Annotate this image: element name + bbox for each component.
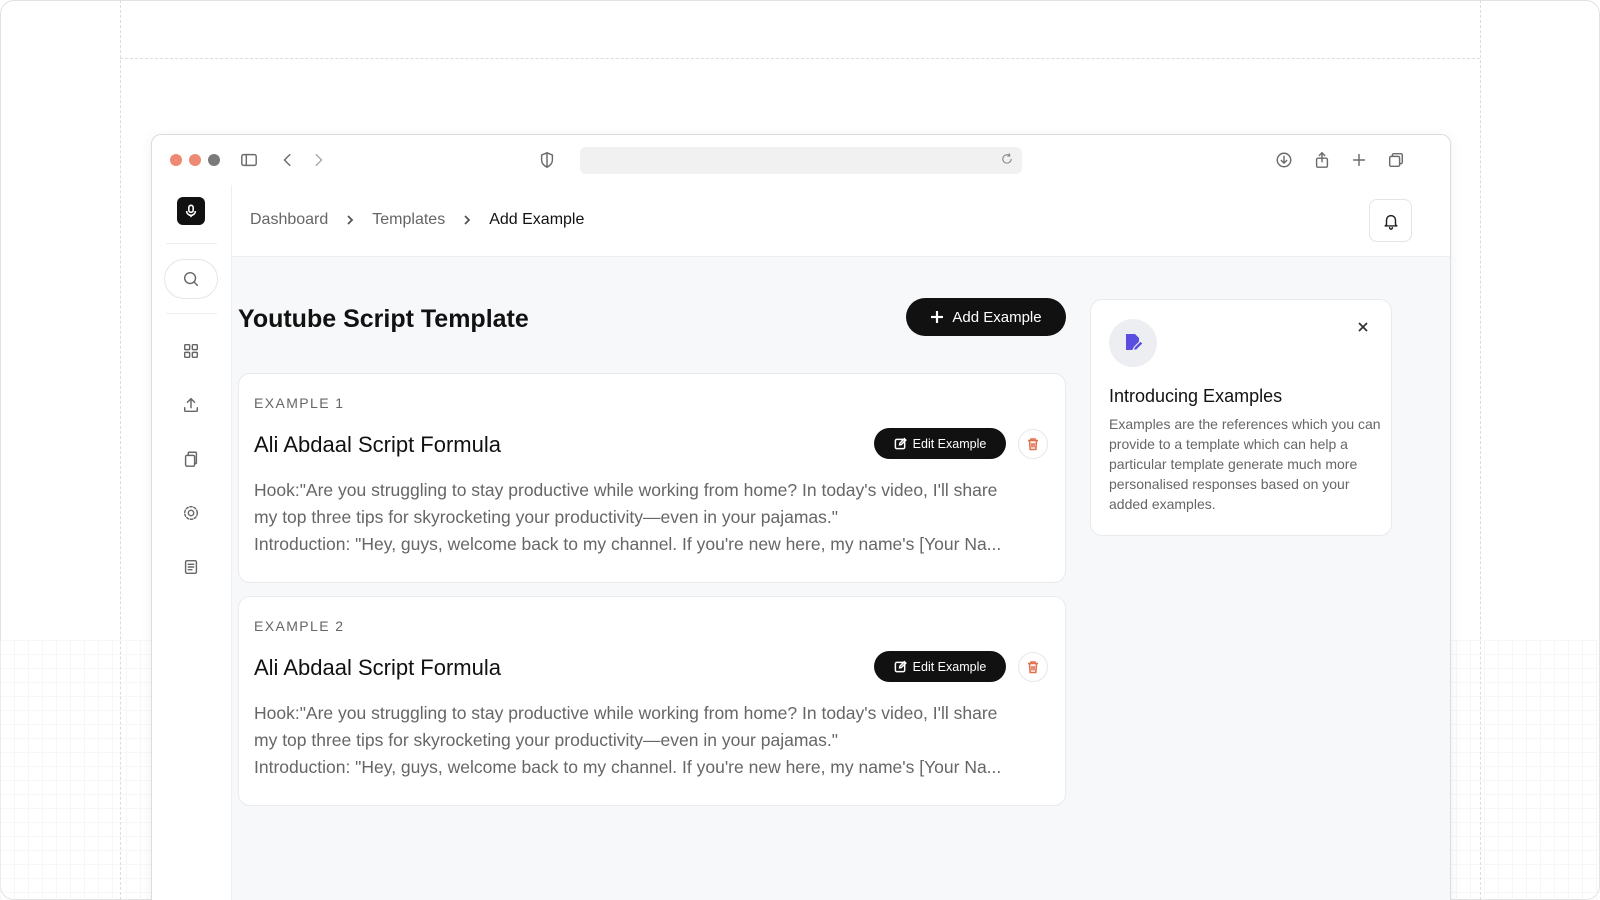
close-info-button[interactable] — [1355, 319, 1371, 335]
sidebar-item-dashboard[interactable] — [180, 340, 202, 362]
chevron-right-icon — [461, 214, 473, 226]
microphone-icon — [185, 204, 197, 218]
guide-line-right — [1480, 0, 1481, 900]
breadcrumb-dashboard[interactable]: Dashboard — [250, 211, 328, 229]
example-title: Ali Abdaal Script Formula — [254, 432, 501, 457]
example-line: Introduction: "Hey, guys, welcome back t… — [254, 757, 1002, 777]
browser-window: Dashboard Templates Add Example Youtube … — [151, 134, 1451, 900]
example-eyebrow: EXAMPLE 2 — [254, 618, 345, 634]
breadcrumb-templates[interactable]: Templates — [372, 211, 445, 229]
trash-icon — [1028, 438, 1038, 451]
edit-document-icon — [1126, 334, 1144, 352]
window-maximize-dot[interactable] — [208, 154, 220, 166]
reload-icon[interactable] — [1000, 152, 1016, 168]
trash-icon — [1028, 661, 1038, 674]
sidebar-divider — [166, 313, 217, 314]
example-line: my top three tips for skyrocketing your … — [254, 730, 838, 750]
edit-example-button[interactable]: Edit Example — [874, 428, 1006, 459]
close-icon — [1358, 322, 1368, 332]
main-content: Youtube Script Template Add Example EXAM… — [232, 257, 1450, 900]
add-example-button[interactable]: Add Example — [906, 298, 1066, 336]
forward-icon[interactable] — [307, 149, 329, 171]
top-bar: Dashboard Templates Add Example — [232, 185, 1450, 257]
app-sidebar — [152, 185, 232, 900]
example-eyebrow: EXAMPLE 1 — [254, 395, 345, 411]
introducing-examples-card: Introducing Examples Examples are the re… — [1090, 299, 1392, 536]
address-bar[interactable] — [580, 147, 1022, 174]
example-content: Hook:"Are you struggling to stay product… — [254, 700, 1054, 781]
download-icon[interactable] — [1273, 149, 1295, 171]
breadcrumb-current: Add Example — [489, 211, 585, 228]
app-logo[interactable] — [177, 197, 205, 225]
edit-icon — [894, 437, 907, 450]
new-tab-icon[interactable] — [1348, 149, 1370, 171]
page-title: Youtube Script Template — [238, 305, 529, 333]
grid-icon — [183, 343, 199, 359]
example-line: Hook:"Are you struggling to stay product… — [254, 703, 998, 723]
privacy-shield-icon[interactable] — [536, 149, 558, 171]
window-minimize-dot[interactable] — [189, 154, 201, 166]
example-content: Hook:"Are you struggling to stay product… — [254, 477, 1054, 558]
sidebar-item-templates[interactable] — [180, 448, 202, 470]
upload-icon — [183, 397, 199, 413]
guide-line-left — [120, 0, 121, 900]
edit-example-button[interactable]: Edit Example — [874, 651, 1006, 682]
edit-example-label: Edit Example — [912, 436, 987, 451]
sidebar-search-button[interactable] — [164, 259, 218, 299]
example-line: Hook:"Are you struggling to stay product… — [254, 480, 998, 500]
edit-icon — [894, 660, 907, 673]
browser-toolbar — [152, 135, 1450, 185]
sidebar-item-documents[interactable] — [180, 556, 202, 578]
example-line: my top three tips for skyrocketing your … — [254, 507, 838, 527]
sidebar-toggle-icon[interactable] — [238, 149, 260, 171]
example-card: EXAMPLE 2 Ali Abdaal Script Formula Edit… — [238, 596, 1066, 806]
example-line: Introduction: "Hey, guys, welcome back t… — [254, 534, 1002, 554]
bell-icon — [1383, 214, 1398, 230]
sidebar-item-upload[interactable] — [180, 394, 202, 416]
chevron-right-icon — [344, 214, 356, 226]
sidebar-divider — [166, 243, 217, 244]
search-icon — [183, 271, 199, 287]
window-close-dot[interactable] — [170, 154, 182, 166]
edit-example-label: Edit Example — [912, 659, 987, 674]
example-card: EXAMPLE 1 Ali Abdaal Script Formula Edit… — [238, 373, 1066, 583]
back-icon[interactable] — [277, 149, 299, 171]
copy-icon — [184, 451, 198, 467]
add-example-label: Add Example — [952, 308, 1042, 326]
share-icon[interactable] — [1311, 149, 1333, 171]
info-card-icon — [1109, 319, 1157, 367]
sidebar-item-settings[interactable] — [180, 502, 202, 524]
document-list-icon — [184, 559, 198, 575]
delete-example-button[interactable] — [1018, 429, 1048, 459]
example-title: Ali Abdaal Script Formula — [254, 655, 501, 680]
settings-icon — [183, 505, 199, 521]
plus-icon — [931, 311, 944, 323]
delete-example-button[interactable] — [1018, 652, 1048, 682]
info-card-title: Introducing Examples — [1109, 386, 1283, 406]
notifications-button[interactable] — [1369, 199, 1412, 242]
tabs-overview-icon[interactable] — [1385, 149, 1407, 171]
breadcrumb: Dashboard Templates Add Example — [250, 211, 584, 229]
info-card-text: Examples are the references which you ca… — [1109, 416, 1381, 512]
guide-line-top — [120, 58, 1480, 59]
